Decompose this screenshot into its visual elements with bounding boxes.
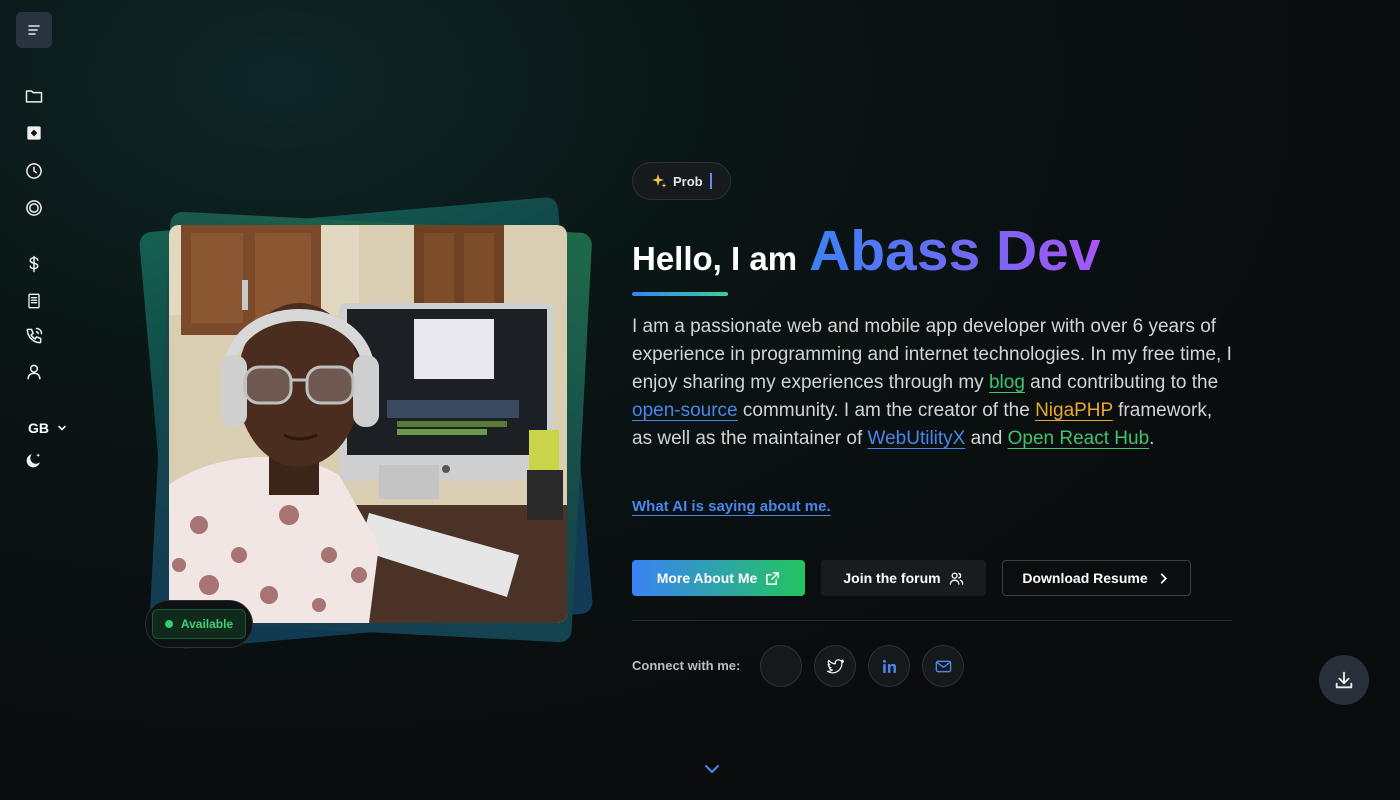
status-dot (164, 620, 173, 628)
typing-text: Prob (673, 173, 703, 189)
connect-label: Connect with me: (632, 658, 741, 673)
language-label: GB (28, 420, 49, 436)
more-about-me-label: More About Me (656, 570, 758, 586)
game-icon (27, 126, 41, 140)
profile-photo (169, 225, 567, 623)
sidebar-item-history[interactable] (22, 159, 46, 183)
typing-cursor (709, 173, 712, 189)
target-icon (26, 200, 42, 216)
folder-icon (25, 90, 43, 103)
status-badge: Available (151, 609, 247, 639)
bio-paragraph: I am a passionate web and mobile app dev… (632, 313, 1237, 453)
clock-icon (26, 163, 42, 179)
bio-text: community. I am the creator of the (737, 400, 1036, 421)
sidebar-item-docs[interactable] (22, 289, 46, 313)
email-button[interactable] (922, 645, 964, 687)
download-resume-label: Download Resume (1022, 570, 1148, 586)
linkedin-icon (882, 659, 896, 673)
menu-button[interactable] (16, 12, 52, 48)
linkedin-button[interactable] (868, 645, 910, 687)
more-about-me-button[interactable]: More About Me (632, 560, 805, 596)
users-icon (949, 572, 963, 585)
join-forum-button[interactable]: Join the forum (821, 560, 986, 596)
sparkles-icon (652, 174, 667, 188)
scroll-down-icon[interactable] (703, 762, 721, 776)
sidebar-item-about[interactable] (22, 360, 46, 384)
sidebar-item-games[interactable] (22, 121, 46, 145)
sidebar-item-projects[interactable] (22, 84, 46, 108)
bio-text: and (965, 428, 1008, 449)
twitter-button[interactable] (814, 645, 856, 687)
sidebar-item-pricing[interactable] (22, 252, 46, 276)
open-source-link[interactable]: open-source (632, 400, 738, 421)
menu-icon (28, 25, 40, 35)
language-selector[interactable]: GB (28, 420, 67, 436)
moon-icon (26, 453, 41, 468)
twitter-icon (826, 658, 844, 673)
sidebar-item-contact[interactable] (22, 324, 46, 348)
greeting-text: Hello, I am (632, 240, 798, 277)
typing-pill: Prob (632, 162, 731, 200)
theme-toggle[interactable] (22, 448, 46, 472)
availability-badge-wrapper: Available (145, 600, 253, 648)
bio-text: and contributing to the (1024, 372, 1219, 393)
chevron-down-icon (58, 425, 66, 431)
download-fab-button[interactable] (1319, 655, 1369, 705)
bio-text: . (1149, 428, 1155, 449)
github-icon (773, 658, 789, 674)
developer-name: Abass Dev (809, 219, 1101, 283)
github-button[interactable] (760, 645, 802, 687)
document-icon (28, 293, 40, 309)
page-title: Hello, I am Abass Dev (632, 218, 1101, 284)
open-react-hub-link[interactable]: Open React Hub (1008, 428, 1150, 449)
sidebar-item-goals[interactable] (22, 196, 46, 220)
mail-icon (935, 660, 951, 672)
join-forum-label: Join the forum (843, 570, 941, 586)
phone-icon (26, 327, 43, 344)
nigaphp-link[interactable]: NigaPHP (1035, 400, 1113, 421)
download-icon (1335, 671, 1353, 689)
title-underline (632, 292, 728, 296)
external-link-icon (766, 571, 780, 585)
user-icon (27, 364, 41, 380)
divider (632, 620, 1232, 621)
webutilityx-link[interactable]: WebUtilityX (868, 428, 966, 449)
blog-link[interactable]: blog (989, 372, 1025, 393)
chevron-right-icon (1160, 572, 1167, 584)
ai-opinion-link[interactable]: What AI is saying about me. (632, 498, 831, 515)
dollar-icon (29, 255, 39, 273)
status-badge-label: Available (180, 617, 234, 631)
download-resume-button[interactable]: Download Resume (1002, 560, 1191, 596)
